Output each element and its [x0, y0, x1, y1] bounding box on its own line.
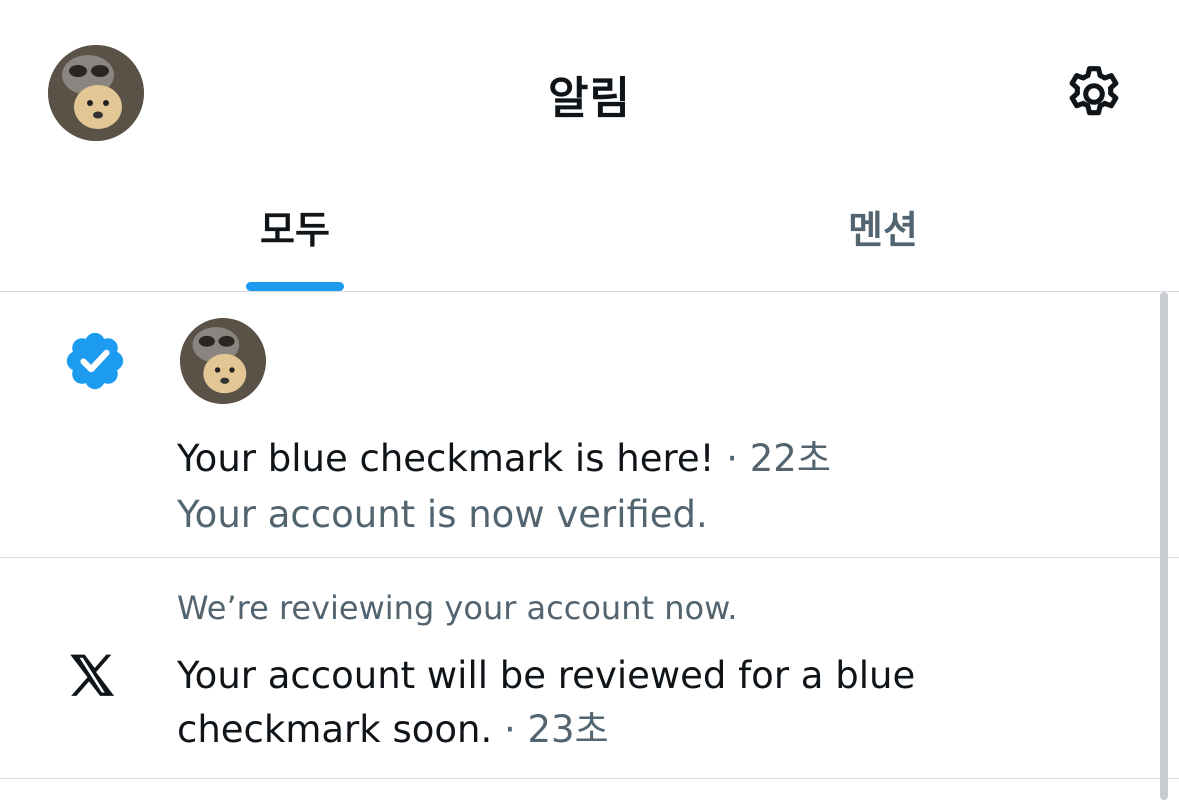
- separator-dot: ·: [726, 437, 738, 480]
- page-title: 알림: [548, 73, 631, 124]
- scrollbar[interactable]: [1160, 292, 1168, 800]
- notification-body-line-2: checkmark soon. · 23초: [177, 703, 609, 757]
- tab-mentions[interactable]: 멘션: [838, 199, 928, 254]
- notification-time: 23초: [527, 708, 609, 751]
- notification-title: Your blue checkmark is here!: [177, 437, 715, 480]
- notification-subtitle: Your account is now verified.: [177, 493, 708, 536]
- notification-time: 22초: [749, 437, 831, 480]
- avatar-image: [180, 318, 266, 404]
- x-logo-icon: [66, 648, 126, 710]
- active-tab-indicator: [246, 282, 344, 291]
- notification-avatar[interactable]: [180, 318, 266, 404]
- notification-context: We’re reviewing your account now.: [177, 589, 738, 627]
- top-bar: 알림: [0, 0, 1179, 185]
- verified-badge-icon: [62, 328, 128, 394]
- tab-bar: 모두 멘션: [0, 185, 1179, 291]
- settings-gear-icon[interactable]: [1062, 62, 1126, 126]
- tab-all[interactable]: 모두: [246, 199, 344, 254]
- notification-body-line-1: Your account will be reviewed for a blue: [177, 654, 916, 697]
- notification-title-line: Your blue checkmark is here! · 22초: [177, 432, 831, 486]
- notification-divider: [0, 778, 1179, 779]
- separator-dot: ·: [503, 708, 516, 751]
- notification-body: checkmark soon.: [177, 708, 493, 751]
